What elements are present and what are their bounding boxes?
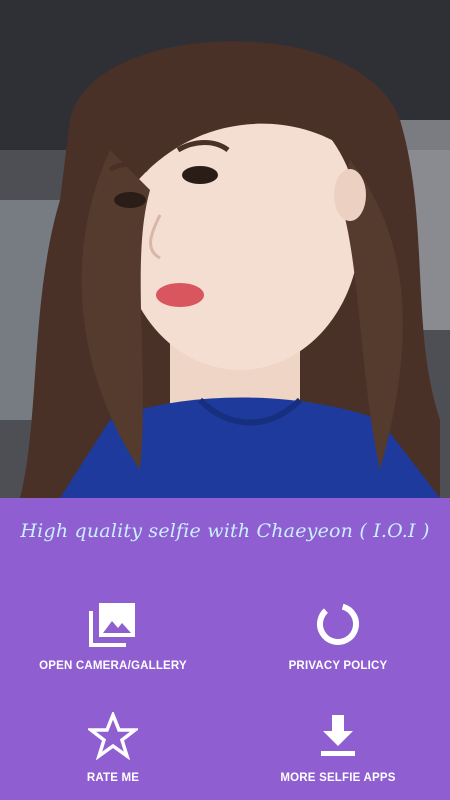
rate-me-label: RATE ME xyxy=(86,772,140,784)
hero-photo xyxy=(0,0,450,498)
privacy-ring-icon xyxy=(248,600,428,652)
star-icon xyxy=(23,710,203,764)
more-selfie-apps-button[interactable]: MORE SELFIE APPS xyxy=(248,712,428,784)
app-tagline: High quality selfie with Chaeyeon ( I.O.… xyxy=(20,520,430,542)
open-camera-gallery-label: OPEN CAMERA/GALLERY xyxy=(39,660,187,672)
privacy-policy-label: PRIVACY POLICY xyxy=(288,660,388,672)
privacy-policy-button[interactable]: PRIVACY POLICY xyxy=(248,600,428,672)
more-selfie-apps-label: MORE SELFIE APPS xyxy=(280,772,396,784)
gallery-icon xyxy=(23,600,203,652)
open-camera-gallery-button[interactable]: OPEN CAMERA/GALLERY xyxy=(23,600,203,672)
download-icon xyxy=(248,712,428,764)
rate-me-button[interactable]: RATE ME xyxy=(23,710,203,784)
